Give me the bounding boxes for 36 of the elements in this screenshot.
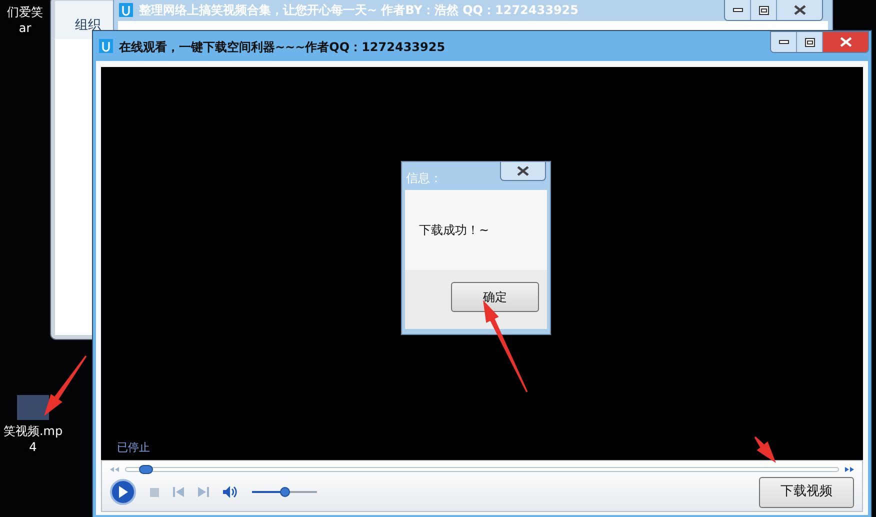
volume-icon[interactable] (223, 486, 238, 498)
minimize-button[interactable] (771, 32, 797, 52)
maximize-icon (758, 6, 768, 14)
seek-thumb[interactable] (139, 464, 154, 474)
window-title: 在线观看，一键下载空间利器~~~作者QQ：1272433925 (119, 39, 446, 56)
app-icon (119, 3, 133, 17)
toolbar-menu[interactable]: 组织 (75, 16, 101, 35)
app-icon (99, 39, 113, 53)
dialog-message: 下载成功！~ (419, 222, 490, 239)
ok-button[interactable]: 确定 (451, 282, 539, 312)
download-button[interactable]: 下载视频 (759, 476, 854, 508)
maximize-button[interactable] (797, 32, 823, 52)
close-button[interactable] (823, 32, 868, 52)
close-icon (517, 166, 529, 176)
playback-status: 已停止 (117, 440, 150, 456)
minimize-icon (778, 40, 788, 44)
window-title: 整理网络上搞笑视频合集，让您开心每一天~ 作者BY：浩然 QQ：1272433925 (139, 2, 580, 19)
desktop-icon-label[interactable]: 笑视频.mp (3, 423, 63, 439)
minimize-icon (732, 8, 742, 12)
fast-forward-icon[interactable] (845, 466, 854, 472)
dialog-title: 信息： (406, 170, 443, 187)
play-icon (118, 486, 128, 498)
pointer-arrow (44, 356, 87, 416)
maximize-button[interactable] (751, 0, 777, 20)
minimize-button[interactable] (725, 0, 751, 20)
pointer-arrow (754, 436, 776, 463)
close-icon (794, 5, 806, 15)
desktop-icon-label: ar (18, 20, 32, 36)
desktop-icon-label: 们爱笑 (7, 4, 43, 20)
close-button[interactable] (777, 0, 822, 20)
close-icon (840, 37, 852, 47)
play-button[interactable] (110, 479, 136, 505)
close-button[interactable] (500, 162, 546, 181)
desktop-icon-label[interactable]: 4 (29, 439, 37, 455)
volume-thumb[interactable] (280, 487, 290, 497)
maximize-icon (804, 38, 814, 46)
